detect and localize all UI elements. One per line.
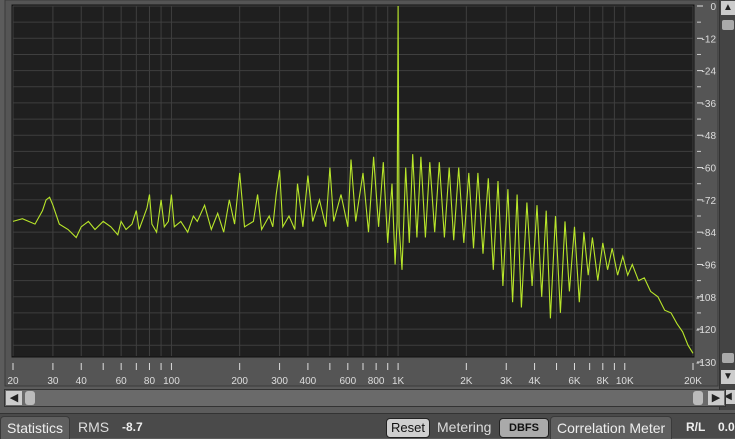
metering-mode-button[interactable]: DBFS [499, 418, 549, 438]
rl-label: R/L [686, 420, 706, 434]
y-tick-label: 0 [710, 2, 716, 13]
rms-value: -8.7 [122, 420, 143, 434]
x-tick-label: 80 [144, 376, 156, 387]
x-tick-label: 400 [300, 376, 317, 387]
x-tick-label: 300 [271, 376, 288, 387]
vertical-scroll-thumb[interactable] [722, 20, 734, 30]
x-tick-label: 6K [568, 376, 581, 387]
vertical-scrollbar[interactable]: ▲ ▼ ◀ [719, 0, 735, 410]
x-tick-label: 3K [500, 376, 513, 387]
x-tick-label: 4K [528, 376, 541, 387]
y-tick-label: -108 [696, 293, 716, 304]
x-tick-label: 800 [368, 376, 385, 387]
scroll-down-button[interactable]: ▼ [721, 370, 735, 384]
reset-button[interactable]: Reset [386, 418, 430, 438]
y-tick-label: -12 [702, 34, 717, 45]
vertical-scroll-thumb-end[interactable] [722, 353, 734, 363]
y-tick-label: -84 [702, 228, 717, 239]
y-tick-label: -36 [702, 99, 717, 110]
range-start-handle[interactable] [25, 391, 35, 405]
x-tick-label: 10K [616, 376, 634, 387]
x-tick-label: 20 [7, 376, 19, 387]
horizontal-scrollbar[interactable]: ◀ ▶ [4, 389, 726, 407]
y-tick-label: -60 [702, 164, 717, 175]
range-end-handle[interactable] [693, 391, 703, 405]
x-tick-label: 1K [392, 376, 405, 387]
scroll-up-button[interactable]: ▲ [721, 1, 735, 15]
x-tick-label: 20K [684, 376, 702, 387]
y-tick-label: -24 [702, 67, 717, 78]
rl-value: 0.0 [718, 420, 735, 434]
x-tick-label: 100 [163, 376, 180, 387]
scroll-right-button[interactable]: ▶ [708, 391, 724, 405]
rms-label: RMS [78, 419, 110, 435]
y-tick-label: -120 [696, 325, 716, 336]
tab-correlation-meter[interactable]: Correlation Meter [550, 416, 673, 439]
x-tick-label: 8K [597, 376, 610, 387]
y-tick-label: -48 [702, 131, 717, 142]
x-tick-label: 2K [460, 376, 473, 387]
spectrum-chart: 20 30 40 60 80 100 200 300 400 600 800 1K 2K 3K 4K 6K 8K… [4, 0, 719, 387]
x-tick-label: 60 [116, 376, 128, 387]
y-tick-label: -72 [702, 196, 717, 207]
y-tick-label: -130 [696, 358, 716, 369]
status-bar: Statistics RMS -8.7 Reset Metering DBFS … [0, 413, 735, 439]
y-tick-label: -96 [702, 260, 717, 271]
tab-statistics[interactable]: Statistics [0, 416, 71, 439]
metering-label: Metering [437, 419, 492, 435]
x-tick-label: 200 [231, 376, 248, 387]
scroll-left-button[interactable]: ◀ [6, 391, 22, 405]
x-tick-label: 30 [47, 376, 59, 387]
x-tick-label: 40 [76, 376, 88, 387]
x-tick-label: 600 [339, 376, 356, 387]
